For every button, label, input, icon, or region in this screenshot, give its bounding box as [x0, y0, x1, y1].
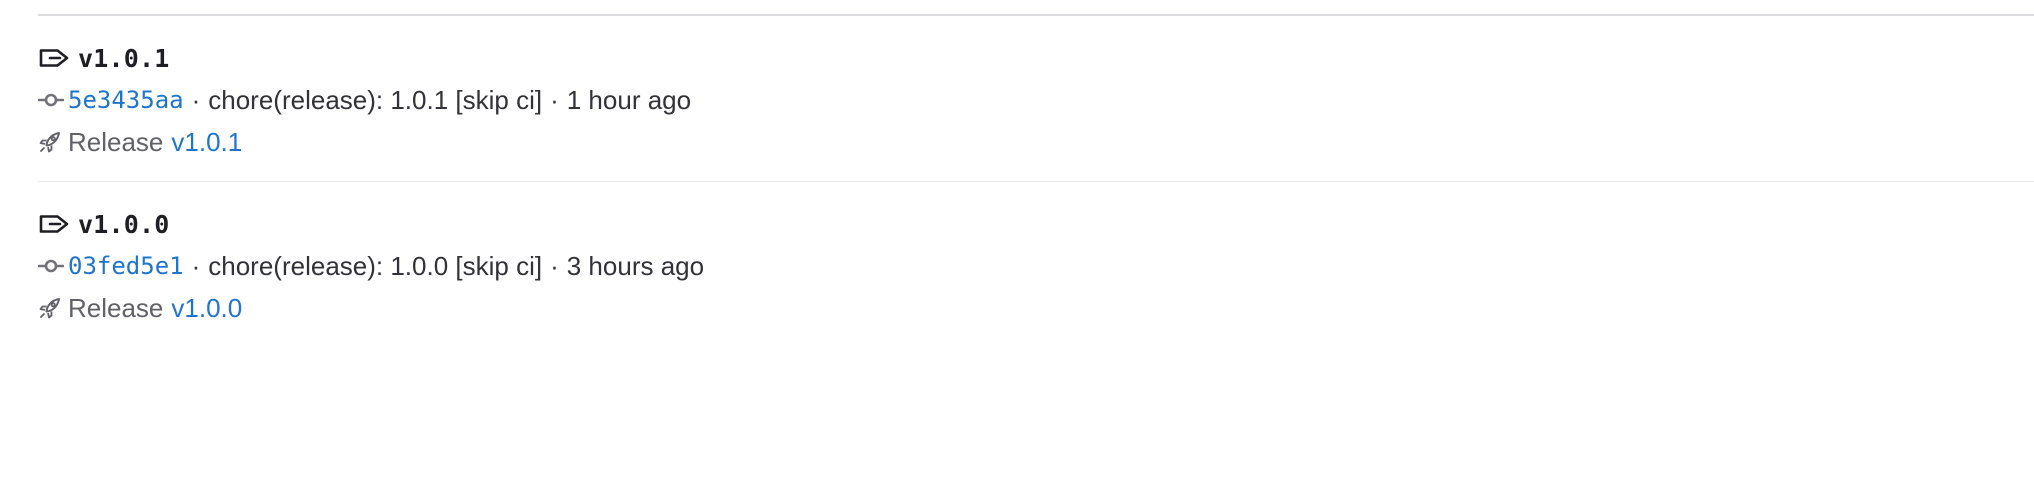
commit-time: 3 hours ago	[566, 250, 705, 281]
tag-title-row: v1.0.0	[38, 207, 170, 241]
tag-list: v1.0.1 5e3435aa · chore(release): 1.0.1 …	[38, 16, 2034, 348]
tag-item: v1.0.1 5e3435aa · chore(release): 1.0.1 …	[38, 16, 2034, 182]
separator: ·	[550, 84, 559, 115]
tag-title-row: v1.0.1	[38, 41, 170, 75]
commit-row: 5e3435aa · chore(release): 1.0.1 [skip c…	[38, 83, 691, 117]
tag-icon	[38, 48, 70, 68]
commit-row: 03fed5e1 · chore(release): 1.0.0 [skip c…	[38, 249, 704, 283]
rocket-icon	[38, 296, 62, 320]
commit-time: 1 hour ago	[566, 84, 692, 115]
commit-sha-link[interactable]: 03fed5e1	[68, 252, 184, 280]
tag-name-link[interactable]: v1.0.0	[78, 210, 170, 239]
commit-sha-link[interactable]: 5e3435aa	[68, 86, 184, 114]
tag-icon	[38, 214, 70, 234]
release-label: Release	[68, 292, 164, 323]
commit-message: chore(release): 1.0.0 [skip ci]	[208, 250, 543, 281]
rocket-icon	[38, 130, 62, 154]
tag-item: v1.0.0 03fed5e1 · chore(release): 1.0.0 …	[38, 182, 2034, 348]
separator: ·	[191, 84, 201, 115]
release-link[interactable]: v1.0.1	[171, 127, 242, 158]
separator: ·	[191, 250, 201, 281]
release-row: Release v1.0.0	[38, 291, 242, 325]
commit-message: chore(release): 1.0.1 [skip ci]	[208, 84, 543, 115]
commit-icon	[38, 256, 64, 276]
release-label: Release	[68, 126, 164, 157]
release-link[interactable]: v1.0.0	[171, 293, 242, 324]
separator: ·	[550, 250, 559, 281]
commit-icon	[38, 90, 64, 110]
release-row: Release v1.0.1	[38, 125, 242, 159]
tag-name-link[interactable]: v1.0.1	[78, 44, 170, 73]
